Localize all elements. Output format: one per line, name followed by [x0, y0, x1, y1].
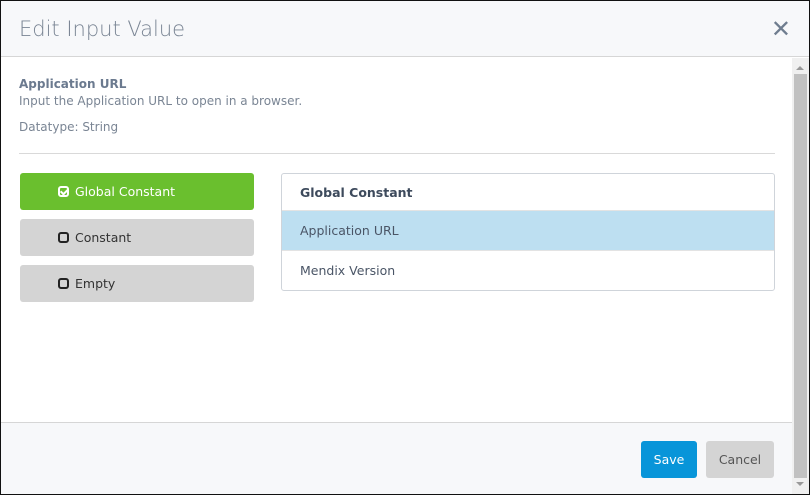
unchecked-checkbox-icon	[58, 278, 69, 289]
option-label: Constant	[75, 230, 132, 245]
scroll-down-icon[interactable]	[796, 482, 804, 486]
dialog-body: Application URL Input the Application UR…	[1, 58, 792, 422]
input-datatype: Datatype: String	[19, 120, 119, 134]
close-icon[interactable]: ✕	[771, 15, 791, 43]
scrollbar-thumb[interactable]	[794, 74, 807, 478]
scrollbar[interactable]	[792, 58, 809, 494]
cancel-button[interactable]: Cancel	[706, 441, 774, 478]
scroll-up-icon[interactable]	[796, 66, 804, 70]
save-button[interactable]: Save	[641, 441, 697, 478]
list-header: Global Constant	[282, 174, 774, 211]
checked-checkbox-icon	[58, 186, 69, 197]
dialog-title: Edit Input Value	[19, 17, 186, 41]
option-constant[interactable]: Constant	[20, 219, 254, 256]
option-empty[interactable]: Empty	[20, 265, 254, 302]
input-name: Application URL	[19, 77, 127, 91]
list-item[interactable]: Application URL	[282, 211, 774, 251]
input-description: Input the Application URL to open in a b…	[19, 94, 303, 108]
divider	[19, 153, 775, 154]
option-label: Global Constant	[75, 184, 176, 199]
global-constant-list: Global Constant Application URL Mendix V…	[281, 173, 775, 291]
unchecked-checkbox-icon	[58, 232, 69, 243]
option-global-constant[interactable]: Global Constant	[20, 173, 254, 210]
option-label: Empty	[75, 276, 116, 291]
list-item[interactable]: Mendix Version	[282, 251, 774, 290]
dialog-header: Edit Input Value ✕	[1, 1, 809, 57]
dialog-footer: Save Cancel	[1, 422, 792, 494]
edit-input-dialog: Edit Input Value ✕ Application URL Input…	[0, 0, 810, 495]
